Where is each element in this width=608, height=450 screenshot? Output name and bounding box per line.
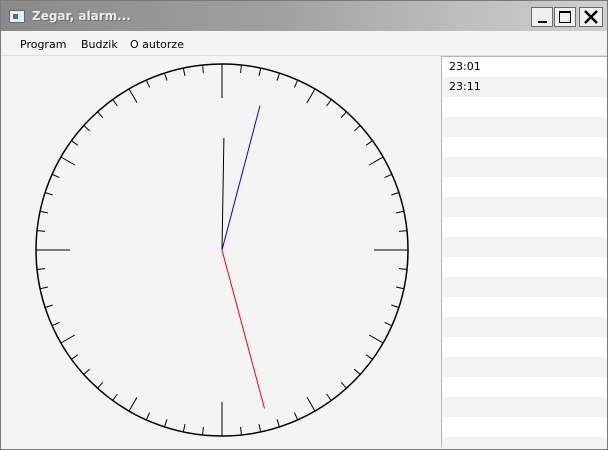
clock-tick	[71, 140, 79, 146]
clock-tick	[128, 396, 138, 412]
clock-tick	[83, 368, 91, 375]
clock-tick	[36, 268, 46, 270]
clock-tick	[398, 268, 408, 270]
clock-tick	[164, 419, 168, 428]
clock-tick	[44, 304, 53, 308]
clock-tick	[384, 173, 393, 179]
alarm-list-empty-row	[442, 397, 607, 417]
clock-tick	[97, 111, 104, 119]
analog-clock	[5, 56, 439, 446]
alarm-list-empty-row	[442, 417, 607, 437]
second-hand	[221, 249, 265, 409]
minute-hand	[221, 105, 261, 251]
menu-bar: Program Budzik O autorze	[1, 31, 607, 56]
clock-tick	[202, 64, 204, 74]
menu-program[interactable]: Program	[20, 38, 66, 51]
maximize-icon[interactable]	[554, 7, 576, 27]
clock-tick	[71, 354, 79, 360]
clock-tick	[51, 173, 60, 179]
clock-tick	[36, 230, 46, 232]
clock-tick	[368, 156, 384, 166]
alarm-list-empty-row	[442, 257, 607, 277]
clock-tick	[293, 79, 299, 88]
close-icon[interactable]	[579, 7, 603, 27]
alarm-list-empty-row	[442, 217, 607, 237]
clock-tick	[164, 72, 168, 81]
clock-tick	[384, 321, 393, 327]
clock-tick	[182, 67, 186, 77]
clock-tick	[391, 304, 400, 308]
clock-tick	[44, 192, 53, 196]
alarm-list-empty-row	[442, 437, 607, 447]
clock-tick	[365, 354, 373, 360]
title-bar[interactable]: Zegar, alarm...	[1, 1, 607, 31]
app-window: Zegar, alarm... Program Budzik O autorze…	[0, 0, 608, 450]
clock-tick	[39, 286, 49, 290]
clock-tick	[365, 140, 373, 146]
clock-tick	[395, 286, 405, 290]
alarm-list-empty-row	[442, 317, 607, 337]
alarm-list[interactable]: 23:01 23:11	[441, 56, 607, 447]
clock-tick	[340, 381, 347, 389]
clock-tick	[182, 423, 186, 433]
app-window-icon	[9, 10, 25, 23]
clock-face	[35, 63, 409, 437]
alarm-list-empty-row	[442, 97, 607, 117]
clock-tick	[240, 426, 242, 436]
alarm-list-empty-row	[442, 377, 607, 397]
clock-tick	[276, 419, 280, 428]
clock-tick	[112, 393, 118, 401]
clock-tick	[112, 99, 118, 107]
alarm-list-item[interactable]: 23:11	[442, 77, 607, 97]
alarm-list-empty-row	[442, 297, 607, 317]
clock-tick	[276, 72, 280, 81]
clock-tick	[240, 64, 242, 74]
alarm-list-empty-row	[442, 137, 607, 157]
clock-tick	[97, 381, 104, 389]
clock-tick	[326, 393, 332, 401]
alarm-list-empty-row	[442, 357, 607, 377]
alarm-list-empty-row	[442, 117, 607, 137]
clock-tick	[60, 334, 76, 344]
clock-tick	[398, 230, 408, 232]
clock-tick	[340, 111, 347, 119]
window-title: Zegar, alarm...	[32, 9, 131, 23]
alarm-list-empty-row	[442, 197, 607, 217]
minimize-icon[interactable]	[531, 7, 553, 27]
clock-tick	[293, 412, 299, 421]
clock-tick	[353, 368, 361, 375]
clock-tick	[202, 426, 204, 436]
clock-tick	[395, 210, 405, 214]
alarm-list-empty-row	[442, 237, 607, 257]
menu-budzik[interactable]: Budzik	[81, 38, 118, 51]
clock-tick	[258, 67, 262, 77]
clock-tick	[83, 125, 91, 132]
menu-o-autorze[interactable]: O autorze	[130, 38, 184, 51]
alarm-list-empty-row	[442, 177, 607, 197]
alarm-list-item[interactable]: 23:01	[442, 57, 607, 77]
clock-tick	[60, 156, 76, 166]
alarm-list-empty-row	[442, 157, 607, 177]
clock-tick	[258, 423, 262, 433]
clock-tick	[353, 125, 361, 132]
clock-tick	[128, 88, 138, 104]
alarm-list-empty-row	[442, 277, 607, 297]
clock-tick	[306, 396, 316, 412]
clock-tick	[145, 412, 151, 421]
clock-tick	[145, 79, 151, 88]
alarm-list-empty-row	[442, 337, 607, 357]
clock-tick	[326, 99, 332, 107]
clock-tick	[51, 321, 60, 327]
clock-tick	[39, 210, 49, 214]
hour-hand	[221, 137, 225, 251]
clock-tick	[306, 88, 316, 104]
clock-tick	[391, 192, 400, 196]
clock-tick	[368, 334, 384, 344]
